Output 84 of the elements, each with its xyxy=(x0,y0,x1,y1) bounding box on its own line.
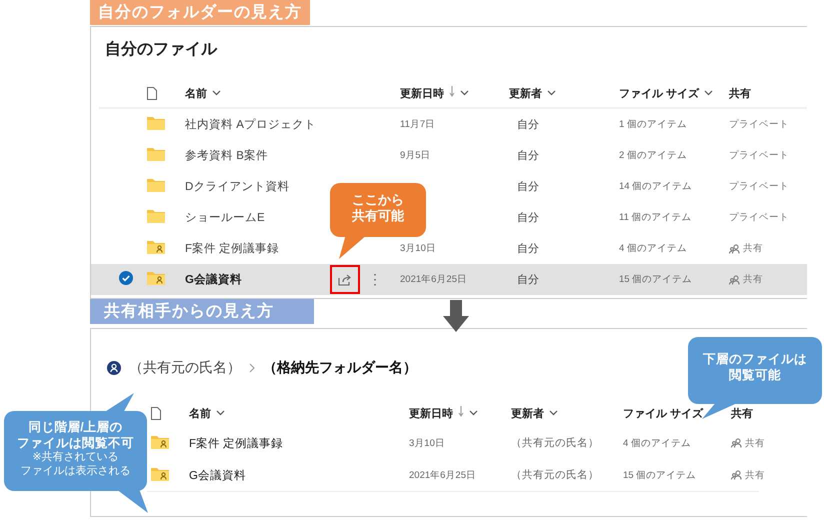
selected-row[interactable]: G会議資料 ⋮ 2021年6月25日 自分 15 個のアイテム 共有 xyxy=(91,264,807,295)
column-header[interactable]: 共有 xyxy=(729,86,751,100)
sort-arrow-icon xyxy=(449,86,455,97)
folder-icon xyxy=(147,147,165,161)
shared-folder-icon xyxy=(151,466,169,480)
modified-by: 自分 xyxy=(516,211,540,225)
modified-date: 9月5日 xyxy=(400,150,431,161)
chevron-icon xyxy=(469,410,478,416)
shared-folder-icon xyxy=(147,271,165,285)
people-icon xyxy=(729,244,740,254)
column-header[interactable]: ファイル サイズ xyxy=(619,86,700,100)
people-icon xyxy=(731,470,742,480)
file-size: 11 個のアイテム xyxy=(619,211,693,224)
sharing-status: 共有 xyxy=(743,273,763,286)
modified-by: 自分 xyxy=(516,180,540,194)
person-icon xyxy=(107,361,121,375)
modified-by: 自分 xyxy=(516,118,540,132)
sharing-status: プライベート xyxy=(729,180,789,193)
file-name[interactable]: ショールームE xyxy=(185,210,330,225)
callout: 同じ階層/上層の ファイルは閲覧不可 ※共有されている ファイルは表示される xyxy=(4,411,147,491)
sharing-status: 共有 xyxy=(743,242,763,255)
column-header[interactable]: 更新者 xyxy=(509,86,542,100)
folder-icon xyxy=(147,116,165,130)
file-size: 2 個のアイテム xyxy=(619,149,688,162)
file-size: 14 個のアイテム xyxy=(619,180,694,193)
column-header[interactable]: 更新日時 xyxy=(400,86,444,100)
share-icon xyxy=(338,274,352,286)
section-label: 自分のフォルダーの見え方 xyxy=(90,0,310,25)
column-header[interactable]: 名前 xyxy=(185,86,207,100)
modified-date: 11月7日 xyxy=(400,119,436,130)
modified-by: 自分 xyxy=(516,149,540,163)
modified-date: 2021年6月25日 xyxy=(400,274,467,285)
chevron-icon xyxy=(547,90,556,96)
file-name[interactable]: F案件 定例議事録 xyxy=(185,241,330,256)
down-arrow-icon xyxy=(443,300,469,332)
file-size: 4 個のアイテム xyxy=(619,242,688,255)
chevron-icon xyxy=(212,90,221,96)
modified-date: 3月10日 xyxy=(400,243,436,254)
sort-arrow-icon xyxy=(458,406,464,417)
sharing-status: 共有 xyxy=(745,436,765,450)
modified-by: 自分 xyxy=(516,273,540,287)
file-size: 1 個のアイテム xyxy=(619,118,688,131)
file-name[interactable]: G会議資料 xyxy=(189,468,409,482)
sharing-status: プライベート xyxy=(729,149,789,162)
column-header[interactable]: 更新者 xyxy=(511,406,544,420)
chevron-icon xyxy=(704,90,714,96)
chevron-right-icon xyxy=(249,363,255,373)
chevron-icon xyxy=(216,410,225,416)
chevron-icon xyxy=(549,410,558,416)
section-label: 共有相手からの見え方 xyxy=(90,299,314,324)
shared-folder-icon xyxy=(147,240,165,254)
check-circle-icon[interactable] xyxy=(119,271,133,285)
page-title: 自分のファイル xyxy=(105,40,218,60)
column-header[interactable]: ファイル サイズ xyxy=(623,406,704,420)
file-name[interactable]: F案件 定例議事録 xyxy=(189,436,409,450)
sharing-status: プライベート xyxy=(729,118,789,131)
file-size: 15 個のアイテム xyxy=(623,468,698,482)
column-header[interactable]: 名前 xyxy=(189,406,211,420)
sharing-status: 共有 xyxy=(745,468,765,482)
people-icon xyxy=(731,438,742,448)
people-icon xyxy=(729,274,740,284)
modified-by: （共有元の氏名） xyxy=(511,468,600,482)
column-header[interactable]: 更新日時 xyxy=(409,406,453,420)
file-type-icon xyxy=(147,86,157,100)
file-name[interactable]: 参考資料 B案件 xyxy=(185,148,330,163)
sharing-status: プライベート xyxy=(729,211,789,224)
folder-icon xyxy=(147,209,165,223)
modified-by: 自分 xyxy=(516,242,540,256)
breadcrumb-item[interactable]: （格納先フォルダー名） xyxy=(263,359,417,377)
modified-date: 3月10日 xyxy=(409,436,446,450)
file-size: 4 個のアイテム xyxy=(623,436,692,450)
file-name[interactable]: Dクライアント資料 xyxy=(185,179,330,194)
modified-by: （共有元の氏名） xyxy=(511,436,600,450)
file-name[interactable]: G会議資料 xyxy=(185,272,330,287)
file-size: 15 個のアイテム xyxy=(619,273,694,286)
shared-folder-icon xyxy=(151,434,169,448)
file-name[interactable]: 社内資料 Aプロジェクト xyxy=(185,117,330,132)
breadcrumb-item[interactable]: （共有元の氏名） xyxy=(129,359,241,377)
chevron-icon xyxy=(460,90,469,96)
folder-icon xyxy=(147,178,165,192)
column-header[interactable]: 共有 xyxy=(731,406,753,420)
modified-date: 2021年6月25日 xyxy=(409,468,477,482)
more-options-button[interactable]: ⋮ xyxy=(368,272,378,286)
file-type-icon xyxy=(151,406,161,420)
